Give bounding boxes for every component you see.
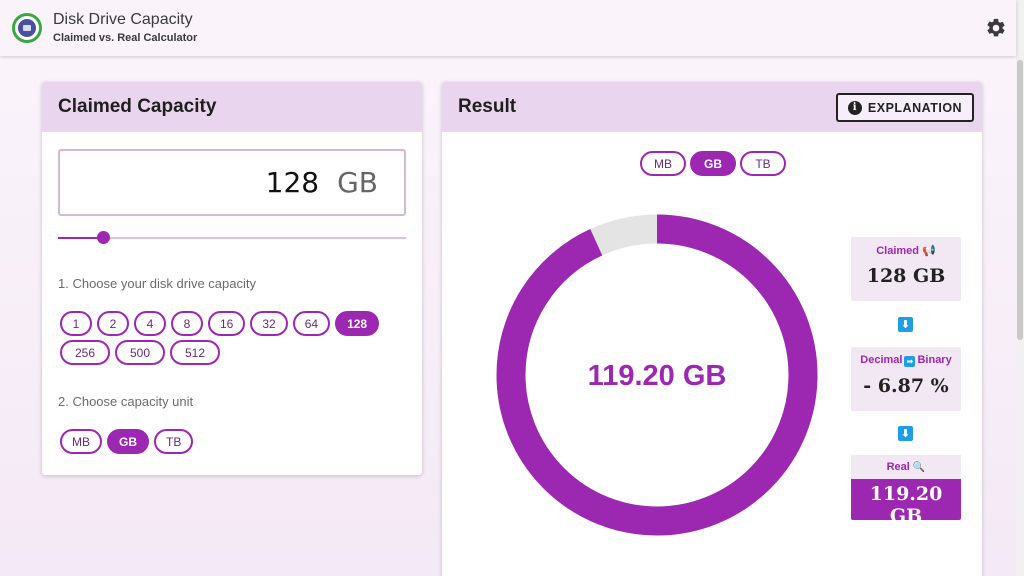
- capacity-chip-group: 1 2 4 8 16 32 64 128 256 500 512: [60, 311, 410, 365]
- arrow-right-icon: ➡: [904, 356, 916, 367]
- capacity-input-value: 128: [265, 166, 320, 199]
- result-unit-chip-group: MB GB TB: [640, 151, 786, 176]
- app-bar: Disk Drive Capacity Claimed vs. Real Cal…: [0, 0, 1016, 56]
- step2-label: 2. Choose capacity unit: [58, 394, 194, 409]
- claimed-stat-box: Claimed 📢 128 GB: [851, 237, 961, 301]
- real-stat-label: Real 🔍: [886, 461, 926, 473]
- result-card: Result i EXPLANATION MB GB TB 119.20 GB Cl…: [442, 82, 982, 576]
- result-unit-chip-tb[interactable]: TB: [740, 151, 786, 176]
- capacity-chip-500[interactable]: 500: [115, 340, 165, 365]
- claimed-stat-value: 128 GB: [866, 265, 946, 287]
- real-stat-box: Real 🔍 119.20 GB: [851, 455, 961, 527]
- capacity-input-unit: GB: [337, 166, 378, 199]
- capacity-slider[interactable]: [58, 231, 406, 244]
- disk-drive-logo-icon: [12, 13, 42, 43]
- result-unit-chip-gb[interactable]: GB: [690, 151, 736, 176]
- unit-chip-group: MB GB TB: [60, 429, 194, 454]
- result-title: Result: [458, 96, 517, 117]
- explanation-label: EXPLANATION: [867, 100, 963, 115]
- unit-chip-tb[interactable]: TB: [154, 429, 194, 454]
- capacity-chip-1[interactable]: 1: [60, 311, 92, 336]
- capacity-chip-512[interactable]: 512: [170, 340, 220, 365]
- page-scrollbar[interactable]: [1016, 0, 1024, 576]
- capacity-chip-4[interactable]: 4: [134, 311, 166, 336]
- megaphone-icon: 📢: [922, 245, 936, 257]
- capacity-chip-8[interactable]: 8: [171, 311, 203, 336]
- arrow-down-icon: ⬇: [898, 317, 913, 332]
- arrow-down-icon: ⬇: [898, 426, 913, 441]
- real-stat-label-wrap: Real 🔍: [851, 455, 961, 479]
- capacity-chip-64[interactable]: 64: [292, 311, 331, 336]
- app-subtitle: Claimed vs. Real Calculator: [53, 32, 198, 44]
- settings-button[interactable]: [982, 14, 1010, 42]
- capacity-chip-2[interactable]: 2: [97, 311, 129, 336]
- result-unit-chip-mb[interactable]: MB: [640, 151, 686, 176]
- claimed-stat-label: Claimed 📢: [876, 245, 936, 257]
- capacity-chip-128[interactable]: 128: [335, 311, 380, 336]
- claimed-card-header: Claimed Capacity: [42, 82, 422, 132]
- capacity-chip-16[interactable]: 16: [208, 311, 246, 336]
- step1-label: 1. Choose your disk drive capacity: [58, 276, 256, 291]
- claimed-capacity-card: Claimed Capacity 128 GB 1. Choose your d…: [42, 82, 422, 475]
- capacity-chip-256[interactable]: 256: [60, 340, 110, 365]
- info-icon: i: [847, 100, 862, 115]
- result-card-header: Result i EXPLANATION: [442, 82, 982, 132]
- conversion-stat-value: - 6.87 %: [863, 375, 949, 397]
- explanation-button[interactable]: i EXPLANATION: [836, 93, 974, 122]
- unit-chip-gb[interactable]: GB: [107, 429, 149, 454]
- slider-thumb[interactable]: [97, 231, 110, 244]
- magnifier-icon: 🔍: [912, 462, 926, 473]
- conversion-stat-box: Decimal ➡ Binary - 6.87 %: [851, 347, 961, 411]
- capacity-input[interactable]: 128 GB: [58, 149, 406, 216]
- unit-chip-mb[interactable]: MB: [60, 429, 102, 454]
- app-title: Disk Drive Capacity: [53, 11, 193, 28]
- conversion-stat-label: Decimal ➡ Binary: [860, 354, 952, 367]
- donut-value-label: 119.20 GB: [587, 360, 727, 392]
- capacity-chip-32[interactable]: 32: [250, 311, 288, 336]
- gear-icon: [987, 18, 1005, 37]
- scrollbar-thumb[interactable]: [1017, 60, 1023, 340]
- real-stat-value: 119.20 GB: [869, 483, 943, 527]
